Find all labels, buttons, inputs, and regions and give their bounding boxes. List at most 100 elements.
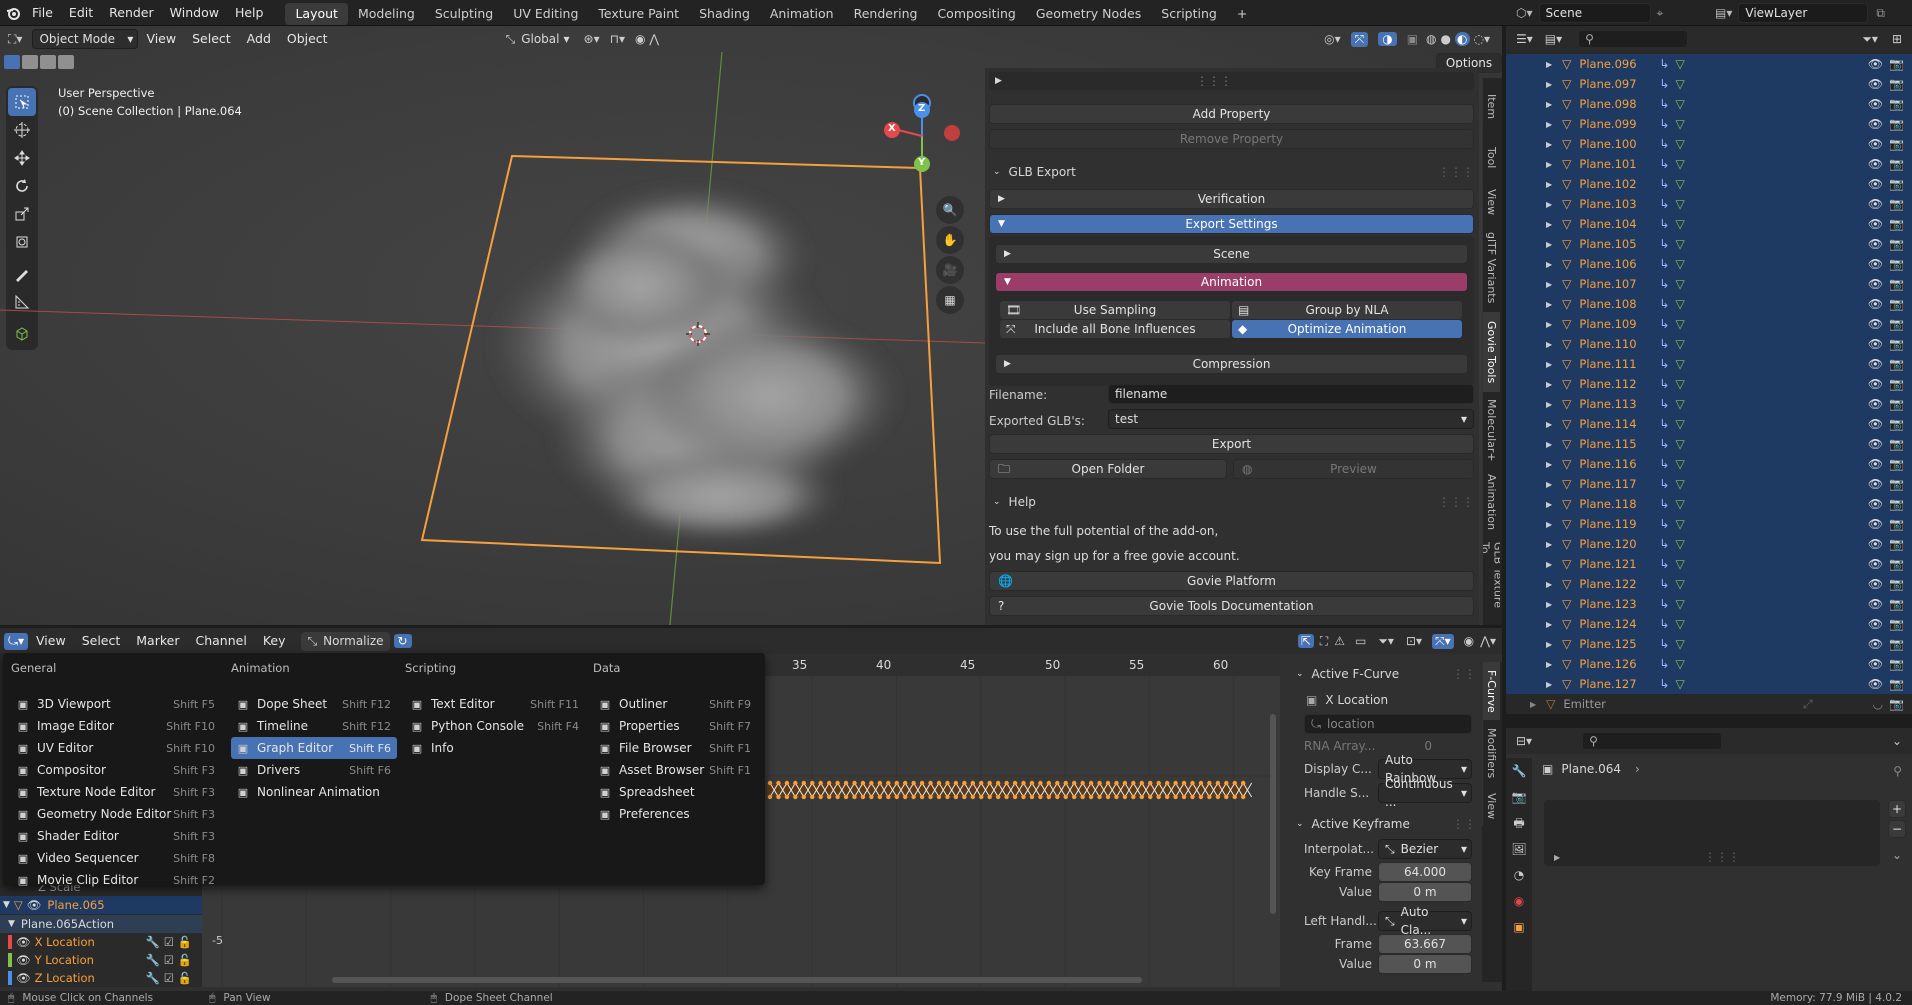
outliner-expand-icon[interactable]: ▶ <box>1546 540 1552 549</box>
render-camera-icon[interactable]: 📷 <box>1889 277 1904 291</box>
outliner-expand-icon[interactable]: ▶ <box>1546 600 1552 609</box>
outliner-expand-icon[interactable]: ▶ <box>1546 480 1552 489</box>
properties-search-input[interactable]: ⚲ <box>1582 732 1723 750</box>
outliner-expand-icon[interactable]: ▶ <box>1546 220 1552 229</box>
hide-eye-icon[interactable]: 👁 <box>1868 377 1883 391</box>
menu-item[interactable]: ▣ Properties Shift F7 <box>593 715 757 737</box>
render-tab-icon[interactable]: 📷 <box>1506 784 1532 810</box>
exported-glbs-dropdown[interactable]: test ▾ <box>1108 409 1474 429</box>
hide-eye-icon[interactable]: 👁 <box>1868 517 1883 531</box>
outliner-item[interactable]: ▶ ▽ Plane.097 ↳ ▽ 👁 📷 <box>1506 74 1912 94</box>
tab-animation-panel[interactable]: Animation <box>1482 468 1500 536</box>
outliner-item[interactable]: ▶ ▽ Plane.112 ↳ ▽ 👁 📷 <box>1506 374 1912 394</box>
outliner-item[interactable]: ▶ ▽ Plane.114 ↳ ▽ 👁 📷 <box>1506 414 1912 434</box>
outliner-expand-icon[interactable]: ▶ <box>1546 280 1552 289</box>
outliner-item[interactable]: ▶ ▽ Plane.100 ↳ ▽ 👁 📷 <box>1506 134 1912 154</box>
left-handle-dropdown[interactable]: ⤡ Auto Cla... ▾ <box>1378 905 1472 937</box>
outliner-item[interactable]: ▶ ▽ Plane.111 ↳ ▽ 👁 📷 <box>1506 354 1912 374</box>
hide-eye-icon[interactable]: 👁 <box>1868 437 1883 451</box>
graph-pivot-icon[interactable]: ⊡▾ <box>1406 634 1422 648</box>
active-keyframe-header[interactable]: ⌄ Active Keyframe ⋮⋮ <box>1290 814 1476 834</box>
tab-texture-paint[interactable]: Texture Paint <box>588 3 689 25</box>
render-camera-icon[interactable]: 📷 <box>1889 97 1904 111</box>
render-camera-icon[interactable]: 📷 <box>1889 437 1904 451</box>
hide-eye-icon[interactable]: 👁 <box>1868 677 1883 691</box>
data-path-field[interactable]: ⤿ location <box>1304 714 1472 734</box>
z-eye-icon[interactable]: 👁 <box>16 971 31 985</box>
tab-modeling[interactable]: Modeling <box>348 3 425 25</box>
outliner-expand-icon[interactable]: ▶ <box>1530 700 1536 709</box>
menu-file[interactable]: File <box>24 0 61 26</box>
outliner-expand-icon[interactable]: ▶ <box>1546 240 1552 249</box>
outliner-expand-icon[interactable]: ▶ <box>1546 520 1552 529</box>
scene-toggle[interactable]: ▶ Scene <box>995 244 1468 264</box>
view-layer-add-icon[interactable]: ⧉ <box>1876 6 1885 21</box>
menu-item[interactable]: ▣ Drivers Shift F6 <box>231 759 397 781</box>
outliner-expand-icon[interactable]: ▶ <box>1546 340 1552 349</box>
new-collection-icon[interactable]: ⊞ <box>1892 32 1902 46</box>
scene-name-field[interactable]: Scene <box>1538 3 1651 23</box>
hide-eye-icon[interactable]: 👁 <box>1868 57 1883 71</box>
visibility-eye-icon[interactable]: 👁 <box>27 898 42 912</box>
menu-render[interactable]: Render <box>101 0 162 26</box>
hide-eye-icon[interactable]: 👁 <box>1868 477 1883 491</box>
panel-arrow-icon[interactable]: ▶ <box>1554 853 1560 862</box>
render-camera-icon[interactable]: 📷 <box>1889 297 1904 311</box>
ghost-icon[interactable]: ▭ <box>1355 634 1366 648</box>
outliner-editor-icon[interactable]: ☰▾ <box>1516 32 1533 46</box>
menu-item[interactable]: ▣ Compositor Shift F3 <box>11 759 221 781</box>
outliner-item[interactable]: ▶ ▽ Plane.120 ↳ ▽ 👁 📷 <box>1506 534 1912 554</box>
outliner-item[interactable]: ▶ ▽ Plane.096 ↳ ▽ 👁 📷 <box>1506 54 1912 74</box>
xray-icon[interactable]: ▣ <box>1407 32 1418 46</box>
graph-editor-type-icon[interactable]: ⤿▾ <box>4 632 29 650</box>
output-tab-icon[interactable]: 🖶 <box>1506 810 1532 836</box>
graph-snap-icon[interactable]: ⤧▾ <box>1432 633 1454 649</box>
handle-smoothing-dropdown[interactable]: Continuous ... ▾ <box>1378 777 1472 809</box>
menu-item[interactable]: ▣ Movie Clip Editor Shift F2 <box>11 869 221 891</box>
channel-y-location[interactable]: 👁 Y Location 🔧 ☑ 🔓 <box>0 951 202 969</box>
panel-grip-icon[interactable]: ⋮⋮⋮ <box>1704 850 1740 864</box>
outliner-expand-icon[interactable]: ▶ <box>1546 440 1552 449</box>
channel-x-location[interactable]: 👁 X Location 🔧 ☑ 🔓 <box>0 933 202 951</box>
pan-hand-icon[interactable]: ✋ <box>936 226 964 254</box>
menu-item[interactable]: ▣ Texture Node Editor Shift F3 <box>11 781 221 803</box>
hide-eye-icon[interactable]: 👁 <box>1868 637 1883 651</box>
render-camera-icon[interactable]: 📷 <box>1889 457 1904 471</box>
hide-eye-icon[interactable]: 👁 <box>1868 277 1883 291</box>
overlay-toggle-icon[interactable]: ◑ <box>1378 32 1397 46</box>
outliner-expand-icon[interactable]: ▶ <box>1546 200 1552 209</box>
outliner-item[interactable]: ▶ ▽ Plane.122 ↳ ▽ 👁 📷 <box>1506 574 1912 594</box>
render-camera-icon[interactable]: 📷 <box>1889 377 1904 391</box>
keyframe-input[interactable]: 64.000 <box>1378 862 1472 882</box>
help-header[interactable]: ⌄ Help ⋮⋮⋮ <box>989 492 1474 512</box>
hide-eye-icon[interactable]: 👁 <box>1868 537 1883 551</box>
render-camera-icon[interactable]: 📷 <box>1889 357 1904 371</box>
hide-eye-icon[interactable]: 👁 <box>1868 177 1883 191</box>
scene-selector[interactable]: ⬡▾ Scene ⌖ <box>1516 2 1663 24</box>
channel-z-location[interactable]: 👁 Z Location 🔧 ☑ 🔓 <box>0 969 202 987</box>
tab-glb-texture[interactable]: GLB Texture To <box>1482 536 1500 625</box>
hide-eye-icon[interactable]: 👁 <box>1868 557 1883 571</box>
properties-editor-icon[interactable]: ⊟▾ <box>1516 734 1532 748</box>
hide-eye-icon[interactable]: 👁 <box>1868 417 1883 431</box>
tab-tool[interactable]: Tool <box>1482 136 1500 180</box>
y-eye-icon[interactable]: 👁 <box>16 953 31 967</box>
hide-eye-icon[interactable]: ◡ <box>1873 697 1883 711</box>
menu-window[interactable]: Window <box>162 0 227 26</box>
menu-item[interactable]: ▣ 3D Viewport Shift F5 <box>11 693 221 715</box>
outliner-expand-icon[interactable]: ▶ <box>1546 620 1552 629</box>
menu-item[interactable]: ▣ Text Editor Shift F11 <box>405 693 585 715</box>
govie-platform-button[interactable]: 🌐 Govie Platform <box>989 571 1474 591</box>
outliner-item[interactable]: ▶ ▽ Plane.113 ↳ ▽ 👁 📷 <box>1506 394 1912 414</box>
outliner-expand-icon[interactable]: ▶ <box>1546 580 1552 589</box>
graph-proportional-icon[interactable]: ◉ <box>1464 634 1474 648</box>
group-by-nla-toggle[interactable]: ▤ Group by NLA <box>1231 300 1463 320</box>
channel-action-row[interactable]: ▼ Plane.065Action <box>0 915 202 933</box>
menu-item[interactable]: ▣ Preferences <box>593 803 757 825</box>
y-channel-toggles-icon[interactable]: 🔧 ☑ 🔓 <box>146 953 192 967</box>
menu-item[interactable]: ▣ Image Editor Shift F10 <box>11 715 221 737</box>
add-workspace-button[interactable]: + <box>1227 3 1257 25</box>
outliner-expand-icon[interactable]: ▶ <box>1546 180 1552 189</box>
outliner-item[interactable]: ▶ ▽ Plane.121 ↳ ▽ 👁 📷 <box>1506 554 1912 574</box>
blender-logo-icon[interactable] <box>2 0 24 26</box>
